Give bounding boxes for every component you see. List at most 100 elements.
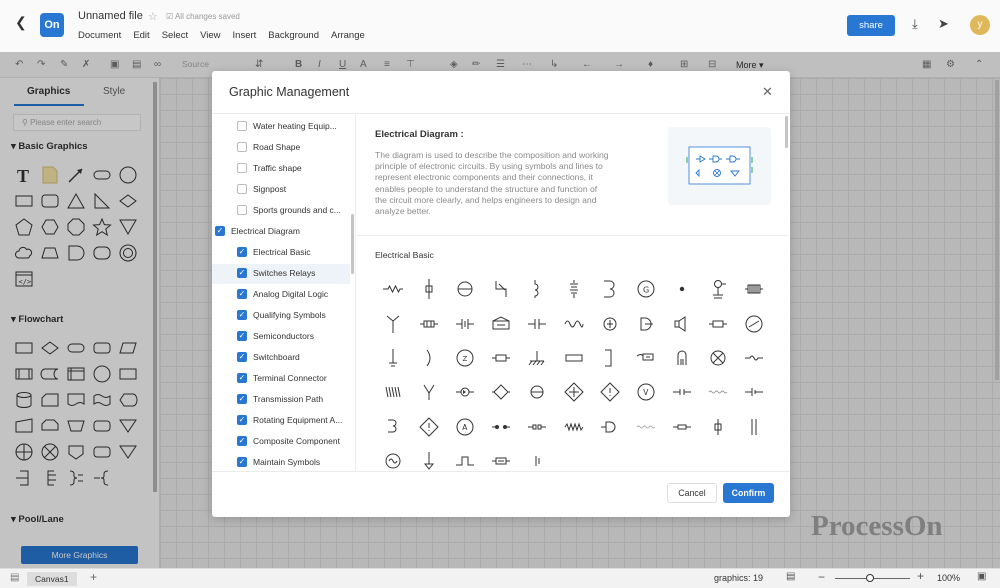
- wire-dashed-icon[interactable]: [628, 410, 664, 444]
- menu-document[interactable]: Document: [78, 30, 121, 41]
- circuit-break-icon[interactable]: [519, 410, 555, 444]
- thermistor-icon[interactable]: [375, 375, 411, 409]
- and-gate-icon[interactable]: [628, 306, 664, 340]
- capacitor-icon[interactable]: [519, 306, 555, 340]
- star-icon[interactable]: ☆: [148, 10, 158, 23]
- send-icon[interactable]: ➤: [938, 16, 949, 32]
- category-item[interactable]: ✓ Terminal Connector: [237, 369, 327, 387]
- avatar[interactable]: y: [970, 15, 990, 35]
- checkbox-checked-icon[interactable]: ✓: [237, 310, 247, 320]
- zener-circle-icon[interactable]: Z: [447, 341, 483, 375]
- category-item[interactable]: Sports grounds and c...: [237, 201, 341, 219]
- ground-icon[interactable]: [411, 444, 447, 471]
- lamp-icon[interactable]: [700, 341, 736, 375]
- checkbox-icon[interactable]: [237, 184, 247, 194]
- resistor-icon[interactable]: [375, 272, 411, 306]
- menu-insert[interactable]: Insert: [233, 30, 257, 41]
- cell-icon[interactable]: [519, 444, 555, 471]
- checkbox-checked-icon[interactable]: ✓: [237, 457, 247, 467]
- add-canvas-icon[interactable]: +: [90, 570, 97, 584]
- dashed-wire-icon[interactable]: [700, 375, 736, 409]
- checkbox-icon[interactable]: [237, 205, 247, 215]
- category-item[interactable]: Water heating Equip...: [237, 117, 337, 135]
- checkbox-checked-icon[interactable]: ✓: [237, 268, 247, 278]
- menu-view[interactable]: View: [200, 30, 220, 41]
- detail-scrollbar[interactable]: [785, 116, 788, 148]
- warning-diamond-icon[interactable]: [592, 375, 628, 409]
- zoom-slider-handle[interactable]: [866, 574, 874, 582]
- download-icon[interactable]: ⤓: [912, 16, 918, 32]
- app-logo[interactable]: On: [40, 13, 64, 37]
- back-arrow-icon[interactable]: ❮: [15, 14, 27, 31]
- pulse-icon[interactable]: [447, 444, 483, 471]
- bracket-curve-icon[interactable]: [411, 341, 447, 375]
- zoom-level[interactable]: 100%: [937, 573, 960, 583]
- antenna-icon[interactable]: [375, 306, 411, 340]
- page-list-icon[interactable]: ▤: [10, 572, 19, 583]
- speaker-icon[interactable]: [664, 306, 700, 340]
- checkbox-checked-icon[interactable]: ✓: [237, 373, 247, 383]
- switch-box-icon[interactable]: [483, 272, 519, 306]
- category-item[interactable]: ✓ Switches Relays: [237, 264, 315, 282]
- motor-circle-icon[interactable]: [447, 272, 483, 306]
- voltmeter-icon[interactable]: V: [628, 375, 664, 409]
- cross-diamond-icon[interactable]: [555, 375, 591, 409]
- checkbox-checked-icon[interactable]: ✓: [237, 394, 247, 404]
- checkbox-icon[interactable]: [237, 163, 247, 173]
- rectangle-element-icon[interactable]: [555, 341, 591, 375]
- category-item[interactable]: ✓ Composite Component: [237, 432, 340, 450]
- battery-icon[interactable]: [736, 375, 772, 409]
- plug-connector-icon[interactable]: [628, 341, 664, 375]
- ac-source-icon[interactable]: [555, 306, 591, 340]
- ac-circle-icon[interactable]: [375, 444, 411, 471]
- coil-icon[interactable]: [519, 272, 555, 306]
- fullscreen-icon[interactable]: ▣: [977, 571, 986, 582]
- category-item[interactable]: ✓ Analog Digital Logic: [237, 285, 328, 303]
- close-icon[interactable]: ✕: [762, 84, 773, 100]
- ammeter-icon[interactable]: A: [447, 410, 483, 444]
- menu-background[interactable]: Background: [268, 30, 319, 41]
- category-item[interactable]: ✓ Switchboard: [237, 348, 300, 366]
- category-item[interactable]: ✓ Electrical Basic: [237, 243, 311, 261]
- category-item[interactable]: ✓ Qualifying Symbols: [237, 306, 326, 324]
- category-item[interactable]: Road Shape: [237, 138, 300, 156]
- menu-edit[interactable]: Edit: [133, 30, 149, 41]
- variable-resistor-icon[interactable]: [736, 272, 772, 306]
- checkbox-checked-icon[interactable]: ✓: [237, 331, 247, 341]
- fuse-icon[interactable]: [411, 272, 447, 306]
- checkbox-checked-icon[interactable]: ✓: [237, 436, 247, 446]
- zoom-out-icon[interactable]: −: [818, 570, 825, 584]
- resistor-small-icon[interactable]: [664, 410, 700, 444]
- transformer-box-icon[interactable]: [483, 306, 519, 340]
- inductor-bracket-icon[interactable]: [592, 272, 628, 306]
- link-contact-icon[interactable]: [664, 375, 700, 409]
- checkbox-checked-icon[interactable]: ✓: [237, 352, 247, 362]
- coupler-icon[interactable]: [483, 444, 519, 471]
- checkbox-checked-icon[interactable]: ✓: [237, 415, 247, 425]
- diamond-element-icon[interactable]: [483, 375, 519, 409]
- checkbox-checked-icon[interactable]: ✓: [237, 247, 247, 257]
- inductor-zigzag-icon[interactable]: [555, 410, 591, 444]
- checkbox-checked-icon[interactable]: ✓: [215, 226, 225, 236]
- menu-select[interactable]: Select: [162, 30, 188, 41]
- crystal-icon[interactable]: [411, 306, 447, 340]
- zoom-in-icon[interactable]: +: [917, 569, 924, 583]
- share-button[interactable]: share: [847, 15, 895, 36]
- switch-contact-icon[interactable]: [700, 306, 736, 340]
- plug-d-icon[interactable]: [592, 410, 628, 444]
- ground-arrow-icon[interactable]: [375, 341, 411, 375]
- generator-icon[interactable]: G: [628, 272, 664, 306]
- current-source-icon[interactable]: [592, 306, 628, 340]
- cancel-button[interactable]: Cancel: [667, 483, 717, 503]
- category-scrollbar[interactable]: [351, 214, 354, 274]
- dot-node-icon[interactable]: [664, 272, 700, 306]
- map-icon[interactable]: ▤: [786, 571, 795, 582]
- meter-dial-icon[interactable]: [736, 306, 772, 340]
- confirm-button[interactable]: Confirm: [723, 483, 774, 503]
- alert-diamond-icon[interactable]: [411, 410, 447, 444]
- checkbox-checked-icon[interactable]: ✓: [237, 289, 247, 299]
- category-item[interactable]: ✓ Maintain Symbols: [237, 453, 320, 471]
- category-item[interactable]: Signpost: [237, 180, 286, 198]
- file-name[interactable]: Unnamed file: [78, 10, 143, 22]
- category-item[interactable]: ✓ Rotating Equipment A...: [237, 411, 342, 429]
